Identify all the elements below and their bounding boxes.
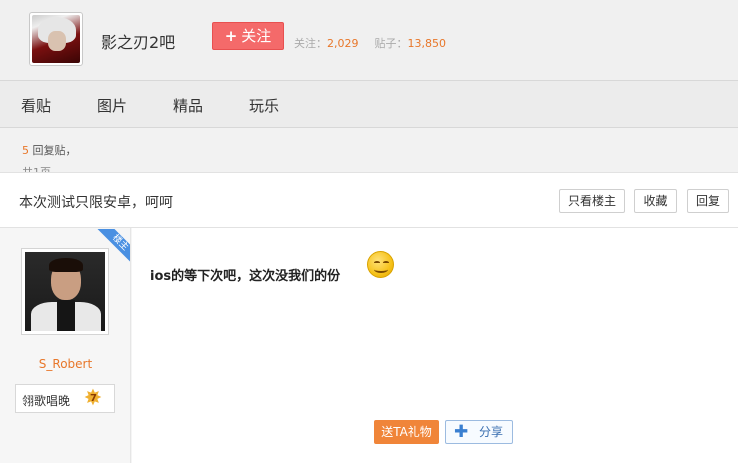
author-level[interactable]: 翎歌唱晚 ✸ 7 <box>15 384 115 413</box>
forum-avatar-image <box>32 15 80 63</box>
level-number: 7 <box>90 393 97 404</box>
favorite-button[interactable]: 收藏 <box>634 189 677 213</box>
thread-info: 5 回复贴， 共1页 <box>0 128 738 172</box>
followers-label: 关注： <box>294 37 327 50</box>
forum-stats: 关注：2,029 贴子：13,850 <box>294 35 446 51</box>
tab-posts[interactable]: 看贴 <box>21 95 51 116</box>
reply-count: 5 回复贴， <box>22 142 77 158</box>
level-name: 翎歌唱晚 <box>22 394 71 408</box>
thread-title-bar: 本次测试只限安卓，呵呵 只看楼主 收藏 回复 <box>0 172 738 228</box>
tab-fun[interactable]: 玩乐 <box>249 95 279 116</box>
posts-count: 13,850 <box>407 37 447 50</box>
reply-count-number: 5 <box>22 144 29 157</box>
post-content: ios的等下次吧，这次没我们的份 <box>150 269 341 284</box>
share-button[interactable]: ✚ 分享 <box>445 420 513 444</box>
reply-count-suffix: 回复贴， <box>32 144 77 157</box>
forum-avatar[interactable] <box>29 12 83 66</box>
thread-title: 本次测试只限安卓，呵呵 <box>19 195 173 211</box>
share-label: 分享 <box>479 425 504 439</box>
share-plus-icon: ✚ <box>454 422 469 442</box>
plus-icon: + <box>224 27 238 45</box>
forum-header: 影之刃2吧 + 关注 关注：2,029 贴子：13,850 <box>0 0 738 80</box>
forum-nav: 看贴 图片 精品 玩乐 <box>0 80 738 128</box>
only-op-button[interactable]: 只看楼主 <box>559 189 625 213</box>
author-avatar-image <box>25 252 105 331</box>
follow-label: 关注 <box>241 27 272 45</box>
author-username[interactable]: S_Robert <box>0 357 131 371</box>
tab-featured[interactable]: 精品 <box>173 95 203 116</box>
smiley-icon <box>367 251 394 278</box>
send-gift-button[interactable]: 送TA礼物 <box>374 420 439 444</box>
page-info: 共1页 <box>22 164 51 172</box>
posts-label: 贴子： <box>374 37 408 50</box>
reply-button[interactable]: 回复 <box>687 189 729 213</box>
forum-name[interactable]: 影之刃2吧 <box>101 29 175 53</box>
follow-button[interactable]: + 关注 <box>212 22 284 50</box>
followers-count: 2,029 <box>327 37 359 50</box>
author-avatar[interactable] <box>21 248 109 335</box>
tab-images[interactable]: 图片 <box>97 95 127 116</box>
